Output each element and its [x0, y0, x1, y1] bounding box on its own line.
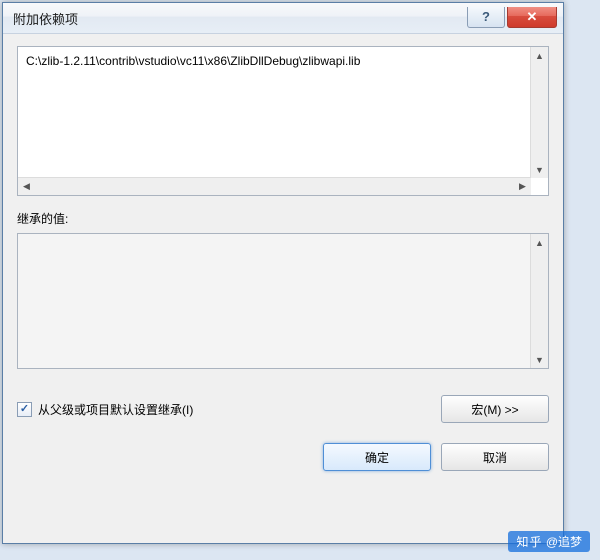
vertical-scrollbar[interactable]: ▲ ▼ [530, 47, 548, 178]
inherit-row: 从父级或项目默认设置继承(I) 宏(M) >> [17, 395, 549, 423]
horizontal-scrollbar[interactable]: ◀ ▶ [18, 177, 531, 195]
close-button[interactable]: ✕ [507, 7, 557, 28]
dependencies-value[interactable]: C:\zlib-1.2.11\contrib\vstudio\vc11\x86\… [18, 47, 548, 76]
title-bar[interactable]: 附加依赖项 ? ✕ [3, 3, 563, 34]
inherit-checkbox[interactable] [17, 402, 32, 417]
dialog-window: 附加依赖项 ? ✕ C:\zlib-1.2.11\contrib\vstudio… [2, 2, 564, 544]
macros-button[interactable]: 宏(M) >> [441, 395, 549, 423]
scroll-down-icon[interactable]: ▼ [531, 351, 548, 368]
scroll-track[interactable] [531, 251, 548, 351]
dialog-client-area: C:\zlib-1.2.11\contrib\vstudio\vc11\x86\… [3, 34, 563, 543]
dialog-buttons: 确定 取消 [17, 443, 549, 471]
help-button[interactable]: ? [467, 7, 505, 28]
cancel-button[interactable]: 取消 [441, 443, 549, 471]
inherited-values-label: 继承的值: [17, 210, 549, 227]
scroll-up-icon[interactable]: ▲ [531, 47, 548, 64]
scroll-left-icon[interactable]: ◀ [18, 178, 35, 195]
watermark-brand: 知乎 [516, 535, 542, 549]
watermark-user: @追梦 [546, 535, 582, 549]
inherit-checkbox-label[interactable]: 从父级或项目默认设置继承(I) [38, 401, 193, 418]
vertical-scrollbar[interactable]: ▲ ▼ [530, 234, 548, 368]
inherited-values-content [18, 234, 548, 246]
inherited-values-list: ▲ ▼ [17, 233, 549, 369]
ok-button[interactable]: 确定 [323, 443, 431, 471]
scroll-down-icon[interactable]: ▼ [531, 161, 548, 178]
zhihu-watermark: 知乎 @追梦 [508, 531, 590, 552]
dependencies-textarea[interactable]: C:\zlib-1.2.11\contrib\vstudio\vc11\x86\… [17, 46, 549, 196]
dialog-title: 附加依赖项 [13, 9, 467, 28]
scroll-track[interactable] [531, 64, 548, 161]
scroll-up-icon[interactable]: ▲ [531, 234, 548, 251]
scroll-right-icon[interactable]: ▶ [514, 178, 531, 195]
